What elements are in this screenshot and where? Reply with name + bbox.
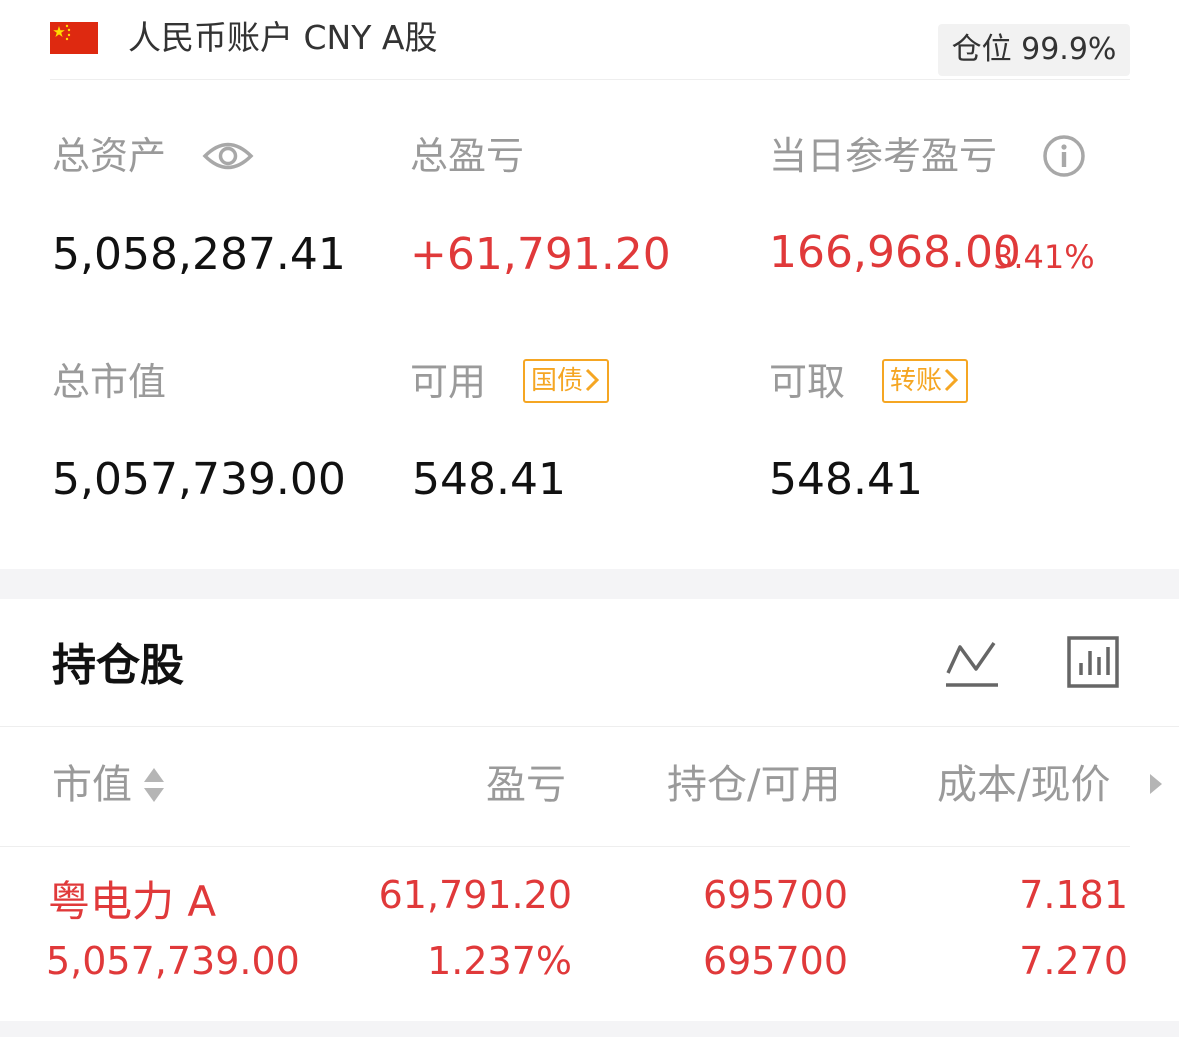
stock-position: 695700 (702, 873, 848, 917)
stock-price: 7.270 (1019, 939, 1128, 983)
china-flag-icon (50, 22, 98, 54)
market-value-label: 总市值 (52, 360, 167, 404)
column-header-market-value[interactable]: 市值 (52, 759, 132, 811)
market-value-value: 5,057,739.00 (52, 454, 346, 505)
total-assets-label: 总资产 (52, 134, 167, 178)
treasury-bond-tag[interactable]: 国债 (523, 359, 610, 403)
transfer-tag[interactable]: 转账 (882, 359, 969, 403)
sort-icon[interactable] (142, 765, 166, 809)
column-header-pnl: 盈亏 (486, 762, 566, 808)
day-pnl-label: 当日参考盈亏 (769, 134, 998, 178)
bottom-separator (0, 1021, 1179, 1037)
holdings-title-divider (0, 726, 1179, 727)
stock-cost: 7.181 (1019, 873, 1128, 917)
available-value: 548.41 (412, 454, 566, 505)
stock-market-value: 5,057,739.00 (46, 939, 300, 983)
stock-available: 695700 (702, 939, 848, 983)
table-header-divider (0, 846, 1130, 847)
section-separator (0, 569, 1179, 599)
eye-icon[interactable] (202, 139, 254, 177)
info-icon[interactable] (1042, 134, 1086, 182)
stock-pnl-percent: 1.237% (427, 939, 572, 983)
scroll-right-icon[interactable] (1148, 772, 1164, 800)
line-chart-icon[interactable] (944, 637, 1000, 693)
header-divider (50, 79, 1130, 80)
available-label: 可用 (410, 360, 487, 404)
day-pnl-value: 166,968.00 (769, 227, 1021, 278)
chevron-right-icon (583, 366, 601, 396)
position-ratio-badge: 仓位 99.9% (938, 24, 1130, 76)
stock-name: 粤电力 A (48, 877, 217, 926)
column-header-position-available: 持仓/可用 (667, 762, 841, 808)
stock-pnl: 61,791.20 (378, 873, 572, 917)
withdrawable-value: 548.41 (769, 454, 923, 505)
bar-chart-icon[interactable] (1066, 635, 1120, 693)
withdrawable-label: 可取 (769, 360, 846, 404)
total-pnl-label: 总盈亏 (410, 134, 525, 178)
transfer-tag-label: 转账 (890, 366, 943, 396)
total-pnl-value: +61,791.20 (410, 229, 671, 280)
total-assets-value: 5,058,287.41 (52, 229, 346, 280)
day-pnl-percent: 3.41% (993, 238, 1095, 276)
treasury-bond-tag-label: 国债 (531, 366, 584, 396)
chevron-right-icon (942, 366, 960, 396)
holdings-title: 持仓股 (52, 640, 184, 691)
column-header-cost-price: 成本/现价 (937, 762, 1111, 808)
account-title[interactable]: 人民币账户 CNY A股 (128, 16, 437, 60)
